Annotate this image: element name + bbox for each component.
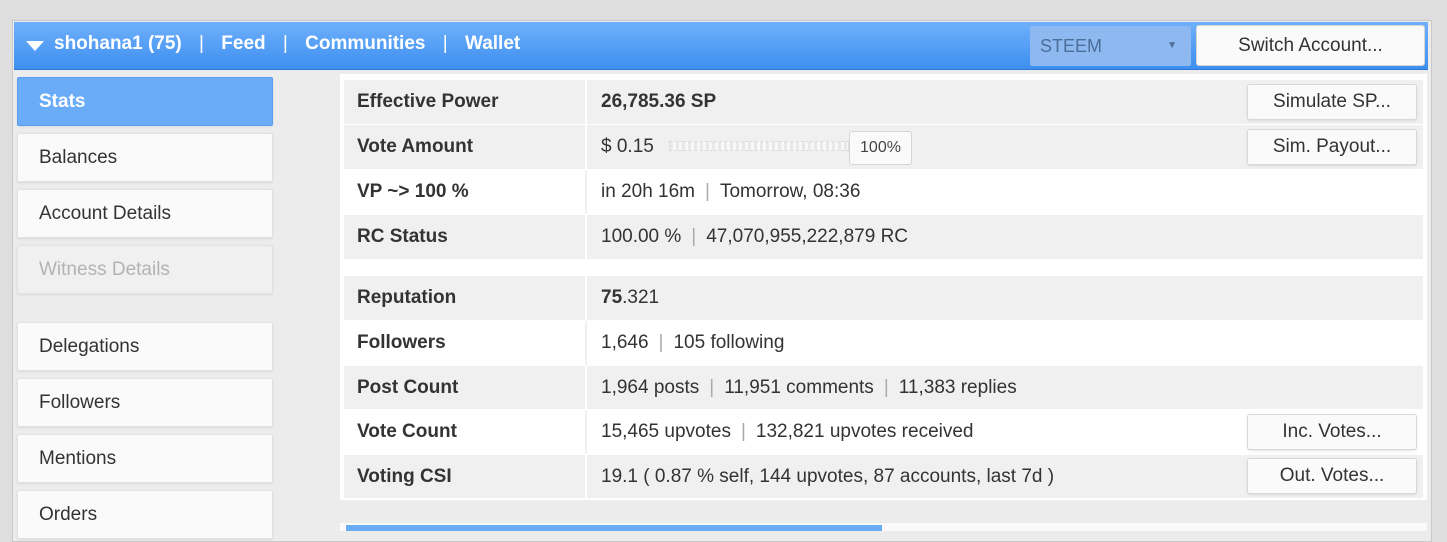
value-separator: |	[709, 376, 715, 398]
vote-amount-value: $ 0.15	[601, 136, 654, 157]
value-separator: |	[740, 421, 746, 442]
comments-count: 11,951 comments	[724, 376, 874, 398]
vp-label: VP ~> 100 %	[344, 170, 587, 214]
value-separator: |	[705, 181, 710, 202]
sidebar-item-followers[interactable]: Followers	[17, 378, 273, 427]
post-count-value: 1,964 posts | 11,951 comments | 11,383 r…	[601, 366, 1017, 409]
row-reputation: Reputation 75.321	[344, 276, 1423, 320]
select-arrow-icon: ▼	[1167, 40, 1177, 51]
followers-count: 1,646	[601, 332, 649, 353]
reputation-frac: .321	[622, 287, 660, 308]
row-voting-csi: Voting CSI 19.1 ( 0.87 % self, 144 upvot…	[344, 455, 1423, 498]
voting-csi-label: Voting CSI	[344, 455, 587, 498]
replies-count: 11,383 replies	[898, 376, 1017, 398]
reputation-int: 75	[601, 287, 623, 308]
sidebar-item-account-details[interactable]: Account Details	[17, 189, 273, 238]
secondary-tab-active[interactable]	[346, 525, 882, 531]
section-divider	[344, 259, 1423, 276]
voting-csi-value: 19.1 ( 0.87 % self, 144 upvotes, 87 acco…	[601, 465, 1055, 487]
sidebar-item-stats[interactable]: Stats	[17, 77, 273, 126]
followers-value: 1,646 | 105 following	[601, 321, 784, 365]
simulate-sp-button[interactable]: Simulate SP...	[1247, 84, 1417, 120]
value-separator: |	[883, 376, 889, 398]
inc-votes-button[interactable]: Inc. Votes...	[1247, 414, 1417, 450]
row-vp: VP ~> 100 % in 20h 16m | Tomorrow, 08:36	[344, 170, 1423, 214]
row-post-count: Post Count 1,964 posts | 11,951 comments…	[344, 366, 1423, 409]
value-separator: |	[691, 226, 697, 247]
out-votes-button[interactable]: Out. Votes...	[1247, 458, 1417, 494]
sidebar-item-mentions[interactable]: Mentions	[17, 434, 273, 483]
vote-count-value: 15,465 upvotes | 132,821 upvotes receive…	[601, 410, 974, 454]
sidebar-item-witness-details: Witness Details	[17, 245, 273, 294]
row-effective-power: Effective Power 26,785.36 SP Simulate SP…	[344, 80, 1423, 124]
vp-value: in 20h 16m | Tomorrow, 08:36	[601, 170, 860, 214]
vote-weight-slider[interactable]	[669, 141, 849, 151]
vp-time-remaining: in 20h 16m	[601, 181, 696, 202]
vote-count-label: Vote Count	[344, 410, 587, 454]
effective-power-value: 26,785.36 SP	[601, 91, 717, 112]
header-nav: shohana1 (75) | Feed | Communities | Wal…	[54, 33, 520, 57]
chain-select[interactable]: STEEM ▼	[1030, 26, 1191, 66]
reputation-label: Reputation	[344, 276, 587, 320]
sidebar-item-delegations[interactable]: Delegations	[17, 322, 273, 371]
post-count-label: Post Count	[344, 366, 587, 409]
row-vote-count: Vote Count 15,465 upvotes | 132,821 upvo…	[344, 410, 1423, 454]
nav-wallet-link[interactable]: Wallet	[465, 33, 520, 55]
rc-percent: 100.00 %	[601, 226, 682, 247]
sidebar-item-balances[interactable]: Balances	[17, 133, 273, 182]
reputation-value: 75.321	[601, 276, 659, 320]
posts-count: 1,964 posts	[601, 376, 700, 398]
vote-weight-slider-handle[interactable]: 100%	[849, 131, 912, 165]
upvotes-received-count: 132,821 upvotes received	[755, 421, 974, 442]
sim-payout-button[interactable]: Sim. Payout...	[1247, 129, 1417, 165]
nav-separator: |	[282, 33, 288, 54]
effective-power-label: Effective Power	[344, 80, 587, 124]
row-rc-status: RC Status 100.00 % | 47,070,955,222,879 …	[344, 215, 1423, 259]
nav-communities-link[interactable]: Communities	[305, 33, 425, 55]
sidebar-item-orders[interactable]: Orders	[17, 490, 273, 539]
chain-select-value: STEEM	[1040, 36, 1103, 56]
vote-amount-label: Vote Amount	[344, 125, 587, 169]
switch-account-button[interactable]: Switch Account...	[1196, 25, 1425, 66]
following-count: 105 following	[673, 332, 785, 353]
nav-separator: |	[442, 33, 448, 54]
rc-amount: 47,070,955,222,879 RC	[706, 226, 909, 247]
upvotes-count: 15,465 upvotes	[601, 421, 731, 442]
followers-label: Followers	[344, 321, 587, 365]
account-name-link[interactable]: shohana1 (75)	[54, 33, 182, 55]
row-vote-amount: Vote Amount $ 0.15 100% Sim. Payout...	[344, 125, 1423, 169]
nav-feed-link[interactable]: Feed	[221, 33, 265, 55]
row-followers: Followers 1,646 | 105 following	[344, 321, 1423, 365]
rc-status-value: 100.00 % | 47,070,955,222,879 RC	[601, 215, 908, 259]
vp-full-at: Tomorrow, 08:36	[719, 181, 861, 202]
account-dropdown-caret-icon[interactable]	[26, 41, 44, 51]
rc-status-label: RC Status	[344, 215, 587, 259]
nav-separator: |	[199, 33, 204, 54]
value-separator: |	[658, 332, 664, 353]
